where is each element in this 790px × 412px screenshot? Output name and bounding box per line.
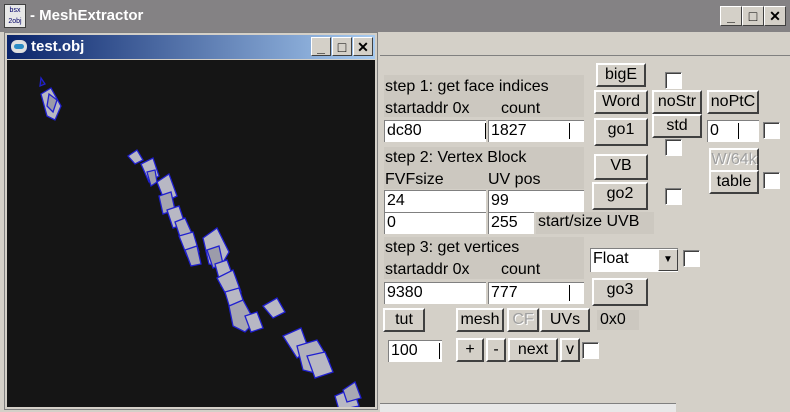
toolbar-strip xyxy=(380,32,790,56)
table-checkbox[interactable] xyxy=(763,172,780,189)
step1-title: step 1: get face indices xyxy=(385,78,549,95)
go3-button[interactable]: go3 xyxy=(592,278,648,306)
go2-button[interactable]: go2 xyxy=(592,182,648,210)
child-title: test.obj xyxy=(31,38,85,55)
go1-button[interactable]: go1 xyxy=(594,118,648,146)
noptc-input[interactable]: 0 xyxy=(707,120,759,142)
step3-title: step 3: get vertices xyxy=(385,239,520,256)
step3-count-value: 777 xyxy=(491,284,518,301)
step3-addr-label: startaddr 0x xyxy=(385,261,470,278)
step3-count-label: count xyxy=(501,261,541,278)
mesh-button[interactable]: mesh xyxy=(456,308,504,332)
startsize-uvb-label: start/size UVB xyxy=(536,212,654,234)
type-checkbox[interactable] xyxy=(683,250,700,267)
step1-addr-label: startaddr 0x xyxy=(385,100,470,117)
next-button[interactable]: next xyxy=(508,338,558,362)
w64k-button: W/64k xyxy=(709,148,759,172)
app-icon: bsx 2obj xyxy=(4,4,26,28)
step3-count-input[interactable]: 777 xyxy=(488,282,584,304)
bige-button[interactable]: bigE xyxy=(596,63,646,87)
step2-uvpos-label: UV pos xyxy=(488,171,541,188)
bige-checkbox[interactable] xyxy=(665,72,682,89)
v-checkbox[interactable] xyxy=(582,342,599,359)
noptc-checkbox[interactable] xyxy=(763,122,780,139)
step2-title: step 2: Vertex Block xyxy=(385,149,527,166)
uvb-size-value: 255 xyxy=(491,214,518,231)
noptc-value: 0 xyxy=(710,122,719,139)
type-select[interactable]: Float ▼ xyxy=(590,248,678,272)
maximize-button[interactable]: □ xyxy=(742,6,764,26)
step3-addr-value: 9380 xyxy=(387,284,423,301)
step1-count-value: 1827 xyxy=(491,122,527,139)
uvs-button[interactable]: UVs xyxy=(540,308,590,332)
std-checkbox[interactable] xyxy=(665,139,682,156)
child-window: test.obj _ □ ✕ xyxy=(4,32,378,410)
step1-addr-value: dc80 xyxy=(387,122,422,139)
fvf-size-input[interactable]: 24 xyxy=(384,190,486,212)
child-title-bar: test.obj _ □ ✕ xyxy=(7,35,375,59)
word-button[interactable]: Word xyxy=(594,90,648,114)
uvb-size-input[interactable]: 255 xyxy=(488,212,534,234)
vb-button[interactable]: VB xyxy=(594,154,648,180)
title-bar: bsx 2obj - MeshExtractor _ □ ✕ xyxy=(0,0,790,32)
mesh-viewport[interactable] xyxy=(7,60,375,407)
status-strip xyxy=(380,403,676,412)
child-close-button[interactable]: ✕ xyxy=(353,37,373,56)
fvf-size-value: 24 xyxy=(387,192,405,209)
minimize-button[interactable]: _ xyxy=(720,6,742,26)
step-value: 100 xyxy=(391,342,418,359)
child-minimize-button[interactable]: _ xyxy=(311,37,331,56)
cf-button: CF xyxy=(507,308,539,332)
uv-pos-value: 99 xyxy=(491,192,509,209)
go2-checkbox[interactable] xyxy=(665,188,682,205)
uvb-start-value: 0 xyxy=(387,214,396,231)
child-maximize-button[interactable]: □ xyxy=(332,37,352,56)
minus-button[interactable]: - xyxy=(486,338,506,362)
chevron-down-icon[interactable]: ▼ xyxy=(658,249,678,271)
table-button[interactable]: table xyxy=(709,170,759,194)
plus-button[interactable]: + xyxy=(456,338,484,362)
close-button[interactable]: ✕ xyxy=(764,6,786,26)
hex-readout: 0x0 xyxy=(597,310,639,330)
step3-addr-input[interactable]: 9380 xyxy=(384,282,486,304)
step-input[interactable]: 100 xyxy=(388,340,442,362)
step1-count-input[interactable]: 1827 xyxy=(488,120,584,142)
noptc-button[interactable]: noPtC xyxy=(707,90,759,114)
window-title: - MeshExtractor xyxy=(30,7,144,24)
mesh-render xyxy=(39,76,362,407)
uv-pos-input[interactable]: 99 xyxy=(488,190,584,212)
v-button[interactable]: v xyxy=(560,338,580,362)
tut-button[interactable]: tut xyxy=(383,308,425,332)
std-button[interactable]: std xyxy=(652,114,702,138)
step1-addr-input[interactable]: dc80 xyxy=(384,120,486,142)
app-icon-text: bsx 2obj xyxy=(8,7,22,25)
step2-fvf-label: FVFsize xyxy=(385,171,444,188)
nostr-button[interactable]: noStr xyxy=(652,90,702,114)
uvb-start-input[interactable]: 0 xyxy=(384,212,486,234)
step1-count-label: count xyxy=(501,100,541,117)
type-select-value: Float xyxy=(593,250,629,267)
obj-file-icon xyxy=(11,40,27,53)
